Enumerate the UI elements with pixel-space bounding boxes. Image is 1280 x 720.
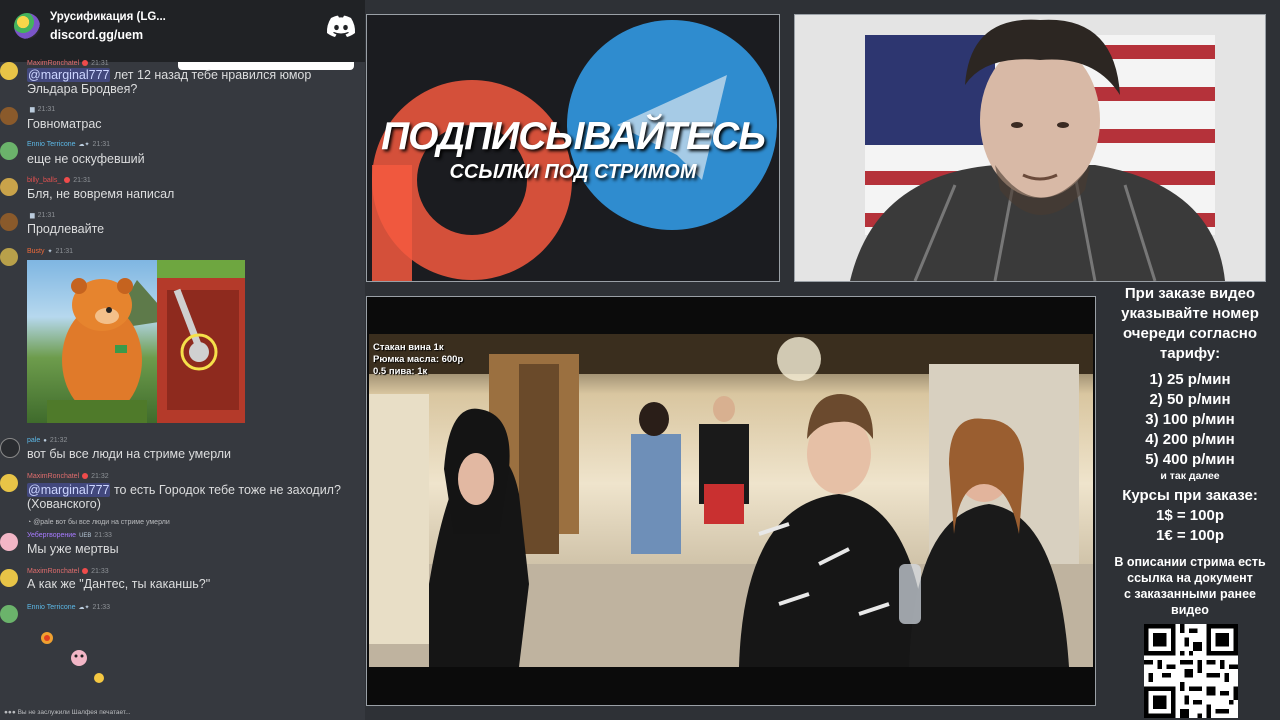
avatar (0, 474, 18, 492)
avatar (0, 62, 18, 80)
timestamp: 21:32 (91, 473, 109, 480)
typing-indicator: ●●● Вы не заслужили Шалфея печатает... (4, 709, 131, 716)
sub-badge-icon (82, 473, 89, 480)
qr-code-icon[interactable] (1144, 624, 1238, 718)
message-text: вот бы все люди на стриме умерли (27, 447, 232, 461)
message-meta: billy_balls_ 21:31 (27, 177, 91, 184)
tariff-4: 4) 200 р/мин (1145, 431, 1235, 448)
author-name[interactable]: Ennio Terricone (27, 141, 76, 148)
message-meta: Уебергворение UEB 21:33 (27, 532, 112, 539)
sub-badge-icon (64, 177, 71, 184)
avatar (0, 533, 18, 551)
chat-panel: Урусификация (LG... discord.gg/uem Maxim… (0, 0, 365, 720)
author-name[interactable]: Busty (27, 248, 45, 255)
promo-headline: ПОДПИСЫВАЙТЕСЬ (381, 115, 766, 158)
timestamp: 21:33 (94, 532, 112, 539)
timestamp: 21:31 (37, 106, 56, 113)
message-meta: Ennio Terricone ☁✦ 21:33 (27, 604, 110, 611)
discord-server-header[interactable]: Урусификация (LG... discord.gg/uem (0, 0, 365, 62)
tariff-3: 3) 100 р/мин (1145, 411, 1235, 428)
webcam-feed (795, 15, 1265, 281)
tariff-2: 2) 50 р/мин (1149, 391, 1231, 408)
server-icon (14, 13, 40, 39)
webcam-panel (794, 14, 1266, 282)
author-name[interactable]: pale (27, 437, 40, 444)
sub-badge-icon (82, 568, 89, 575)
message-text: @marginal777 лет 12 назад тебе нравился … (27, 68, 312, 96)
price-overlay: Стакан вина 1к Рюмка масла: 600р 0.5 пив… (373, 342, 464, 377)
badge-tag: UEB (79, 533, 92, 539)
server-name: Урусификация (LG... (50, 11, 166, 23)
timestamp: 21:31 (37, 212, 56, 219)
avatar (0, 142, 18, 160)
typing-dots-icon: ●●● (4, 709, 18, 716)
subscribe-promo-panel: ПОДПИСЫВАЙТЕСЬ ССЫЛКИ ПОД СТРИМОМ (366, 14, 780, 282)
bear-illustration (47, 260, 245, 423)
message-text: Продлевайте (27, 222, 105, 236)
avatar (0, 213, 18, 231)
message-meta: pale ● 21:32 (27, 437, 67, 444)
timestamp: 21:33 (92, 604, 111, 611)
message-meta: MaximRonchatel 21:31 (27, 60, 109, 67)
attached-image-bear[interactable] (27, 260, 245, 423)
author-name[interactable]: MaximRonchatel (27, 60, 79, 67)
flag-icon: ▆ (30, 107, 35, 113)
timestamp: 21:31 (73, 177, 91, 184)
author-name[interactable]: Ennio Terricone (27, 604, 76, 611)
flag-icon: ▆ (30, 213, 35, 219)
message-text: Говноматрас (27, 117, 102, 131)
badges-icon: ☁✦ (78, 142, 90, 148)
timestamp: 21:33 (91, 568, 109, 575)
message-meta: ▆ 21:31 (27, 106, 55, 113)
timestamp: 21:31 (91, 60, 109, 67)
party-scene (369, 334, 1093, 667)
avatar (0, 178, 18, 196)
badges-icon: ✦ (47, 249, 53, 255)
rates-heading: Курсы при заказе: (1122, 487, 1258, 504)
timestamp: 21:31 (55, 248, 74, 255)
user-mention[interactable]: @marginal777 (27, 68, 111, 82)
message-text: А как же "Дантес, ты каканшь?" (27, 577, 211, 591)
avatar (0, 438, 20, 458)
timestamp: 21:32 (49, 437, 68, 444)
avatar (0, 248, 18, 266)
author-name[interactable]: MaximRonchatel (27, 473, 79, 480)
message-text: Мы уже мертвы (27, 542, 119, 556)
discord-logo-icon (326, 15, 356, 37)
author-name[interactable]: MaximRonchatel (27, 568, 79, 575)
order-info-column: При заказе видео указывайте номер очеред… (1100, 284, 1280, 618)
description-note: В описании стрима есть (1114, 555, 1266, 569)
timestamp: 21:31 (92, 141, 111, 148)
tariff-more: и так далее (1160, 470, 1220, 482)
message-meta: ▆ 21:31 (27, 212, 55, 219)
rate-usd: 1$ = 100р (1156, 507, 1224, 524)
author-name[interactable]: billy_balls_ (27, 177, 61, 184)
video-frame: Стакан вина 1к Рюмка масла: 600р 0.5 пив… (369, 334, 1093, 667)
user-mention[interactable]: @marginal777 (27, 483, 111, 497)
avatar (0, 605, 18, 623)
tariff-1: 1) 25 р/мин (1149, 371, 1231, 388)
reply-preview[interactable]: ◔ @pale вот бы все люди на стриме умерли (27, 519, 170, 526)
server-invite-link[interactable]: discord.gg/uem (50, 28, 143, 42)
message-text: еще не оскуфевший (27, 152, 145, 166)
message-text: @marginal777 то есть Городок тебе тоже н… (27, 483, 341, 511)
avatar (0, 107, 18, 125)
rate-eur: 1€ = 100р (1156, 527, 1224, 544)
video-player[interactable]: Стакан вина 1к Рюмка масла: 600р 0.5 пив… (366, 296, 1096, 706)
message-text: Бля, не вовремя написал (27, 187, 175, 201)
author-name[interactable]: Уебергворение (27, 532, 76, 539)
message-meta: MaximRonchatel 21:33 (27, 568, 109, 575)
promo-subline: ССЫЛКИ ПОД СТРИМОМ (449, 161, 697, 183)
message-meta: Busty ✦ 21:31 (27, 248, 73, 255)
message-meta: Ennio Terricone ☁✦ 21:31 (27, 141, 110, 148)
emoji-stickers (41, 632, 104, 683)
badges-icon: ● (43, 438, 47, 444)
sub-badge-icon (82, 60, 89, 67)
message-meta: MaximRonchatel 21:32 (27, 473, 109, 480)
avatar (0, 569, 18, 587)
badges-icon: ☁✦ (78, 605, 90, 611)
tariff-5: 5) 400 р/мин (1145, 451, 1235, 468)
info-heading: При заказе видео (1124, 285, 1256, 302)
